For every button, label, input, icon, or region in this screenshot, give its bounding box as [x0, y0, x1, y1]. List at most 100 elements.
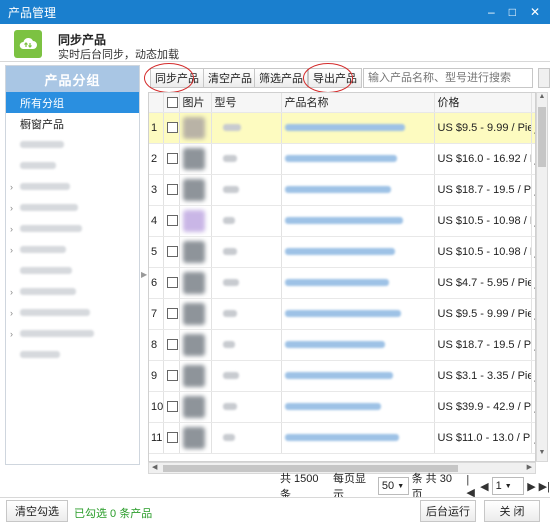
- product-name-cell[interactable]: [281, 391, 435, 423]
- product-name-link[interactable]: [284, 186, 391, 194]
- last-page-button[interactable]: ▶|: [539, 480, 550, 493]
- row-select-cell[interactable]: [163, 112, 180, 144]
- product-name-cell[interactable]: [281, 298, 435, 330]
- row-checkbox[interactable]: [166, 184, 178, 196]
- next-page-button[interactable]: ▶: [527, 480, 535, 493]
- sidebar-item[interactable]: ›: [6, 218, 139, 239]
- column-header-model[interactable]: 型号: [211, 93, 282, 113]
- product-name-link[interactable]: [284, 124, 405, 132]
- row-select-cell[interactable]: [163, 298, 180, 330]
- sidebar-item[interactable]: ›: [6, 197, 139, 218]
- table-row[interactable]: 11US $11.0 - 13.0 / Pieceju: [149, 422, 535, 454]
- product-name-cell[interactable]: [281, 236, 435, 268]
- table-row[interactable]: 3US $18.7 - 19.5 / Pieceju: [149, 174, 535, 206]
- table-row[interactable]: 8US $18.7 - 19.5 / Pieceju: [149, 329, 535, 361]
- sidebar-item-showcase[interactable]: 橱窗产品: [6, 113, 139, 134]
- row-checkbox[interactable]: [166, 370, 178, 382]
- row-select-cell[interactable]: [163, 391, 180, 423]
- search-button[interactable]: [538, 68, 550, 88]
- row-select-cell[interactable]: [163, 236, 180, 268]
- product-name-link[interactable]: [284, 155, 397, 163]
- clear-products-button[interactable]: 清空产品: [203, 68, 257, 88]
- sync-products-button[interactable]: 同步产品: [150, 68, 204, 88]
- sidebar-item[interactable]: ›: [6, 302, 139, 323]
- row-select-cell[interactable]: [163, 329, 180, 361]
- product-name-link[interactable]: [284, 310, 401, 318]
- sidebar-item[interactable]: ›: [6, 281, 139, 302]
- clear-selection-button[interactable]: 清空勾选: [6, 500, 68, 522]
- splitter-handle[interactable]: ▶: [141, 270, 147, 284]
- export-products-button[interactable]: 导出产品: [308, 68, 362, 88]
- row-select-cell[interactable]: [163, 267, 180, 299]
- per-page-select[interactable]: 50 ▼: [377, 477, 409, 495]
- column-header-product-name[interactable]: 产品名称: [281, 93, 435, 113]
- product-name-cell[interactable]: [281, 174, 435, 206]
- sidebar-item-all-groups[interactable]: 所有分组: [6, 92, 139, 113]
- table-row[interactable]: 7US $9.5 - 9.99 / Pieceju: [149, 298, 535, 330]
- row-checkbox[interactable]: [166, 215, 178, 227]
- close-window-button[interactable]: ✕: [530, 6, 540, 18]
- row-checkbox[interactable]: [166, 122, 178, 134]
- table-row[interactable]: 5US $10.5 - 10.98 / Pieceju: [149, 236, 535, 268]
- product-name-cell[interactable]: [281, 112, 435, 144]
- product-name-link[interactable]: [284, 217, 403, 225]
- column-header-select[interactable]: [163, 93, 180, 113]
- expand-arrow-icon[interactable]: ›: [10, 182, 13, 192]
- scroll-down-icon[interactable]: ▼: [537, 449, 547, 461]
- first-page-button[interactable]: |◀: [466, 474, 477, 499]
- background-run-button[interactable]: 后台运行: [420, 500, 476, 522]
- table-row[interactable]: 4US $10.5 - 10.98 / Pieceju: [149, 205, 535, 237]
- product-name-link[interactable]: [284, 403, 381, 411]
- product-name-cell[interactable]: [281, 143, 435, 175]
- product-name-cell[interactable]: [281, 329, 435, 361]
- product-name-link[interactable]: [284, 248, 395, 256]
- row-checkbox[interactable]: [166, 308, 178, 320]
- row-select-cell[interactable]: [163, 174, 180, 206]
- maximize-button[interactable]: □: [509, 6, 516, 18]
- row-select-cell[interactable]: [163, 360, 180, 392]
- row-checkbox[interactable]: [166, 432, 178, 444]
- column-header-image[interactable]: 图片: [179, 93, 212, 113]
- table-row[interactable]: 10US $39.9 - 42.9 / Pairju: [149, 391, 535, 423]
- sidebar-item[interactable]: [6, 134, 139, 155]
- expand-arrow-icon[interactable]: ›: [10, 308, 13, 318]
- product-name-link[interactable]: [284, 341, 385, 349]
- product-name-link[interactable]: [284, 372, 393, 380]
- row-select-cell[interactable]: [163, 143, 180, 175]
- row-select-cell[interactable]: [163, 205, 180, 237]
- scroll-left-icon[interactable]: ◀: [152, 463, 157, 471]
- row-checkbox[interactable]: [166, 246, 178, 258]
- vertical-scrollbar[interactable]: ▲ ▼: [536, 92, 548, 462]
- prev-page-button[interactable]: ◀: [480, 480, 488, 493]
- row-checkbox[interactable]: [166, 401, 178, 413]
- sidebar-item[interactable]: [6, 260, 139, 281]
- product-name-cell[interactable]: [281, 360, 435, 392]
- scroll-right-icon[interactable]: ▶: [527, 463, 532, 471]
- table-row[interactable]: 9US $3.1 - 3.35 / Pieceju: [149, 360, 535, 392]
- column-header-price[interactable]: 价格: [434, 93, 532, 113]
- row-checkbox[interactable]: [166, 277, 178, 289]
- expand-arrow-icon[interactable]: ›: [10, 224, 13, 234]
- product-name-cell[interactable]: [281, 205, 435, 237]
- table-row[interactable]: 1US $9.5 - 9.99 / Pieceju: [149, 112, 535, 144]
- select-all-checkbox[interactable]: [166, 96, 178, 108]
- expand-arrow-icon[interactable]: ›: [10, 287, 13, 297]
- product-name-cell[interactable]: [281, 422, 435, 454]
- scrollbar-thumb[interactable]: [538, 107, 546, 167]
- expand-arrow-icon[interactable]: ›: [10, 245, 13, 255]
- product-name-cell[interactable]: [281, 267, 435, 299]
- sidebar-item[interactable]: [6, 155, 139, 176]
- search-input[interactable]: [363, 68, 533, 88]
- product-name-link[interactable]: [284, 434, 399, 442]
- close-button[interactable]: 关 闭: [484, 500, 540, 522]
- sidebar-item[interactable]: [6, 344, 139, 365]
- scroll-up-icon[interactable]: ▲: [537, 93, 547, 105]
- row-select-cell[interactable]: [163, 422, 180, 454]
- table-row[interactable]: 6US $4.7 - 5.95 / Pieceju: [149, 267, 535, 299]
- sidebar-item[interactable]: ›: [6, 176, 139, 197]
- minimize-button[interactable]: –: [488, 6, 495, 18]
- sidebar-item[interactable]: ›: [6, 239, 139, 260]
- product-name-link[interactable]: [284, 279, 389, 287]
- row-checkbox[interactable]: [166, 339, 178, 351]
- expand-arrow-icon[interactable]: ›: [10, 203, 13, 213]
